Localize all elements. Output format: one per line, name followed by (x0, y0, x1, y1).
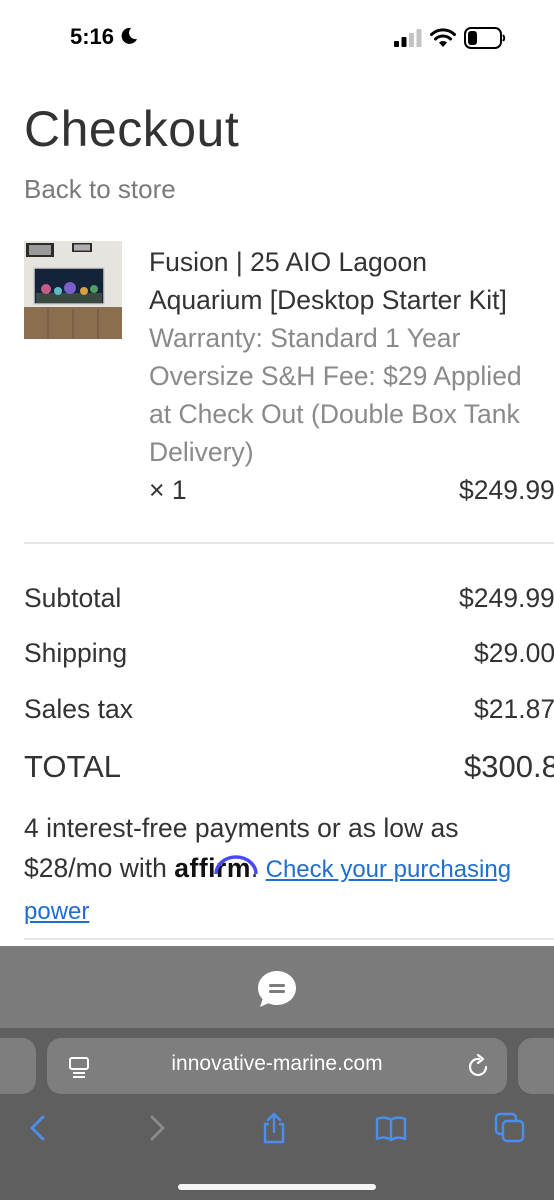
sales-tax-value: $21.87 (474, 694, 554, 724)
shipping-label: Shipping (24, 638, 128, 668)
cart-item-details: Fusion | 25 AIO Lagoon Aquarium [Desktop… (149, 243, 554, 509)
divider (24, 542, 554, 544)
quantity-price-row: × 1 $249.99 (149, 471, 554, 509)
subtotal-label: Subtotal (24, 583, 122, 613)
item-quantity: × 1 (149, 475, 187, 505)
item-price: $249.99 (459, 475, 554, 505)
wifi-icon (430, 28, 456, 47)
shipping-row: Shipping $29.00 (24, 638, 554, 678)
product-variant: Warranty: Standard 1 Year Oversize S&H F… (149, 323, 522, 467)
home-indicator (178, 1184, 376, 1190)
affirm-promo: 4 interest-free payments or as low as $2… (24, 808, 544, 932)
battery-icon (464, 27, 506, 49)
product-image (24, 241, 122, 339)
back-to-store-link[interactable]: Back to store (24, 174, 176, 205)
reload-icon[interactable] (467, 1054, 491, 1080)
status-bar: 5:16 (0, 0, 554, 76)
affirm-arc-icon (214, 855, 258, 875)
total-row: TOTAL $300.86 (24, 749, 554, 789)
back-icon[interactable] (22, 1112, 54, 1144)
total-value: $300.86 (464, 749, 554, 784)
forward-icon[interactable] (141, 1112, 173, 1144)
affirm-logo: affirm (174, 853, 258, 883)
product-name: Fusion | 25 AIO Lagoon Aquarium [Desktop… (149, 247, 507, 315)
subtotal-row: Subtotal $249.99 (24, 583, 554, 623)
bookmarks-icon[interactable] (375, 1112, 407, 1144)
sales-tax-row: Sales tax $21.87 (24, 694, 554, 734)
cellular-signal-icon (394, 29, 422, 47)
tabs-icon[interactable] (494, 1112, 526, 1144)
page-title: Checkout (24, 101, 240, 157)
status-time: 5:16 (70, 24, 115, 49)
subtotal-value: $249.99 (459, 583, 554, 613)
sales-tax-label: Sales tax (24, 694, 134, 724)
moon-icon (121, 27, 137, 44)
shipping-value: $29.00 (474, 638, 554, 668)
chat-bubble-icon[interactable] (256, 969, 298, 1009)
share-icon[interactable] (258, 1112, 290, 1144)
total-label: TOTAL (24, 749, 122, 784)
divider (24, 938, 554, 940)
